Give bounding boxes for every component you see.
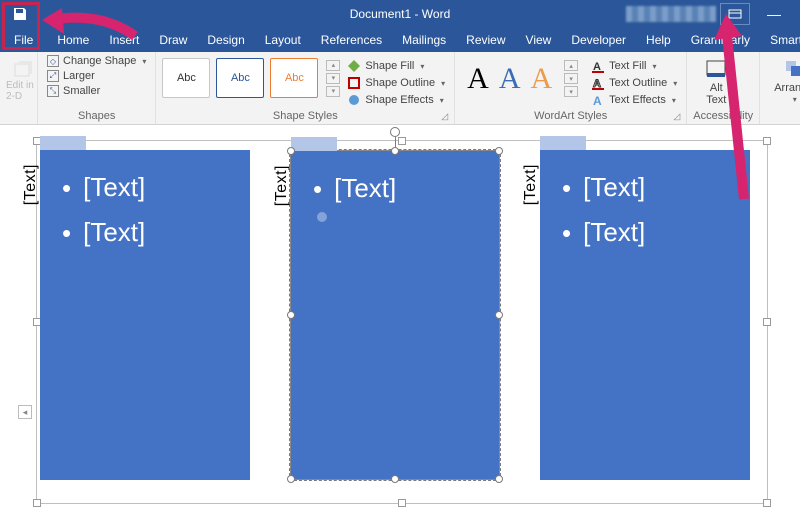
shape-tab	[291, 137, 337, 151]
bullet-placeholder[interactable]: [Text]	[562, 172, 736, 203]
wordart-gallery[interactable]: A A A ▴▾▾	[461, 54, 584, 97]
selection-handle[interactable]	[495, 147, 503, 155]
smartart-shape-2-selected[interactable]: [Text] [Text]	[290, 150, 500, 480]
larger-button[interactable]: ⤢Larger	[44, 69, 149, 83]
shape-title-placeholder[interactable]: [Text]	[22, 164, 40, 205]
chevron-down-icon: ▾	[793, 96, 797, 105]
wordart-gallery-more[interactable]: ▴▾▾	[564, 60, 578, 97]
alt-text-icon	[705, 58, 727, 80]
edit-in-2d-label: Edit in 2-D	[6, 80, 40, 102]
shape-effects-button[interactable]: Shape Effects▾	[344, 92, 448, 108]
ribbon: Edit in 2-D ◇Change Shape▾ ⤢Larger ⤡Smal…	[0, 52, 800, 125]
shape-tab	[40, 136, 86, 150]
bullet-placeholder[interactable]: [Text]	[313, 173, 485, 204]
tab-design[interactable]: Design	[197, 28, 254, 52]
group-label-wordart: WordArt Styles◿	[461, 109, 680, 124]
selection-handle[interactable]	[287, 311, 295, 319]
selection-handle[interactable]	[33, 499, 41, 507]
dialog-launcher-icon[interactable]: ◿	[673, 111, 680, 122]
larger-icon: ⤢	[47, 70, 59, 82]
shape-fill-button[interactable]: Shape Fill▾	[344, 58, 448, 74]
selection-handle[interactable]	[763, 137, 771, 145]
shape-style-gallery[interactable]: Abc Abc Abc ▴▾▾	[162, 54, 340, 98]
selection-handle[interactable]	[398, 137, 406, 145]
document-canvas[interactable]: ◂ [Text] [Text] [Text] [Text]	[0, 125, 800, 531]
shape-style-2[interactable]: Abc	[216, 58, 264, 98]
save-button[interactable]	[0, 0, 40, 28]
shape-outline-button[interactable]: Shape Outline▾	[344, 75, 448, 91]
shape-title-placeholder[interactable]: [Text]	[522, 164, 540, 205]
tab-developer[interactable]: Developer	[561, 28, 636, 52]
chevron-down-icon: ▾	[441, 79, 445, 88]
arrange-button[interactable]: Arrange ▾	[766, 54, 800, 105]
account-name-redacted	[626, 6, 716, 22]
change-shape-icon: ◇	[47, 55, 59, 67]
selection-handle[interactable]	[287, 147, 295, 155]
shape-style-3[interactable]: Abc	[270, 58, 318, 98]
gallery-more-button[interactable]: ▴▾▾	[326, 60, 340, 97]
dialog-launcher-icon[interactable]: ◿	[441, 111, 448, 122]
selection-handle[interactable]	[495, 475, 503, 483]
shape-style-1[interactable]: Abc	[162, 58, 210, 98]
bullet-placeholder[interactable]: [Text]	[62, 217, 236, 248]
change-shape-button[interactable]: ◇Change Shape▾	[44, 54, 149, 68]
arrange-icon	[783, 58, 800, 80]
tab-help[interactable]: Help	[636, 28, 681, 52]
smaller-icon: ⤡	[47, 85, 59, 97]
minimize-button[interactable]: —	[754, 0, 794, 28]
wordart-style-3[interactable]: A	[531, 62, 553, 96]
smartart-shape-3[interactable]: [Text] [Text] [Text]	[540, 150, 750, 480]
group-label-shape-styles: Shape Styles◿	[162, 109, 448, 124]
ribbon-display-options[interactable]	[720, 3, 750, 25]
smartart-shape-1[interactable]: [Text] [Text] [Text]	[40, 150, 250, 480]
tab-review[interactable]: Review	[456, 28, 515, 52]
tab-mailings[interactable]: Mailings	[392, 28, 456, 52]
chevron-down-icon: ▾	[440, 96, 444, 105]
text-cursor-indicator	[317, 212, 327, 222]
document-title: Document1 - Word	[350, 7, 450, 21]
tab-file[interactable]: File	[0, 28, 47, 52]
shape-tab	[540, 136, 586, 150]
svg-text:A: A	[593, 94, 602, 107]
bullet-placeholder[interactable]: [Text]	[562, 217, 736, 248]
ribbon-tabs: File Home Insert Draw Design Layout Refe…	[0, 28, 800, 52]
chevron-down-icon: ▾	[652, 62, 656, 71]
chevron-down-icon: ▾	[672, 96, 676, 105]
chevron-down-icon: ▾	[142, 57, 146, 66]
tab-draw[interactable]: Draw	[149, 28, 197, 52]
smartart-graphic[interactable]: [Text] [Text] [Text] [Text] [Text]	[20, 130, 760, 510]
tab-layout[interactable]: Layout	[255, 28, 311, 52]
tab-insert[interactable]: Insert	[99, 28, 149, 52]
selection-handle[interactable]	[287, 475, 295, 483]
tab-view[interactable]: View	[516, 28, 562, 52]
group-label-accessibility: Accessibility	[693, 109, 753, 124]
wordart-style-1[interactable]: A	[467, 62, 489, 96]
rotation-handle[interactable]	[390, 127, 400, 137]
group-label-shapes: Shapes	[44, 109, 149, 124]
selection-handle[interactable]	[391, 147, 399, 155]
bullet-placeholder[interactable]: [Text]	[62, 172, 236, 203]
tab-home[interactable]: Home	[47, 28, 99, 52]
selection-handle[interactable]	[391, 475, 399, 483]
chevron-down-icon: ▾	[673, 79, 677, 88]
save-icon	[12, 6, 28, 22]
title-bar: Document1 - Word —	[0, 0, 800, 28]
text-outline-button[interactable]: AText Outline▾	[588, 75, 680, 91]
selection-handle[interactable]	[763, 318, 771, 326]
tab-smartart-design[interactable]: SmartArt Design	[760, 28, 800, 52]
edit-in-2d-button: Edit in 2-D	[6, 54, 40, 102]
wordart-style-2[interactable]: A	[499, 62, 521, 96]
selection-handle[interactable]	[763, 499, 771, 507]
chevron-down-icon: ▾	[420, 62, 424, 71]
selection-handle[interactable]	[398, 499, 406, 507]
text-fill-button[interactable]: AText Fill▾	[588, 58, 680, 74]
alt-text-button[interactable]: Alt Text	[693, 54, 739, 106]
tab-references[interactable]: References	[311, 28, 392, 52]
smaller-button[interactable]: ⤡Smaller	[44, 84, 149, 98]
shape-title-placeholder[interactable]: [Text]	[273, 165, 291, 206]
selection-handle[interactable]	[495, 311, 503, 319]
tab-grammarly[interactable]: Grammarly	[681, 28, 760, 52]
text-effects-button[interactable]: AText Effects▾	[588, 92, 680, 108]
